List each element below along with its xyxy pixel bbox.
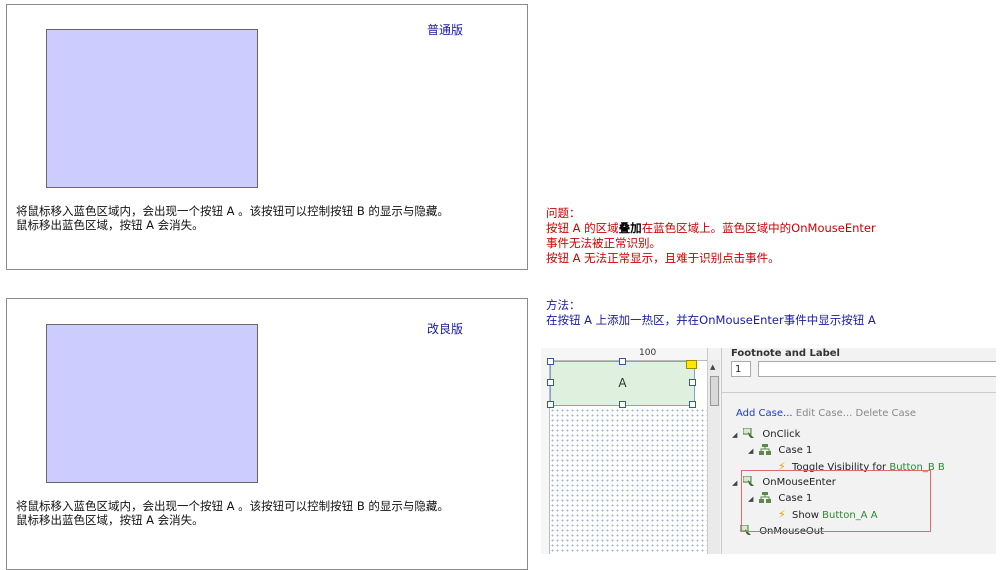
normal-version-panel: 普通版 将鼠标移入蓝色区域内，会出现一个按钮 A 。该按钮可以控制按钮 B 的显… [6,4,528,270]
expand-icon[interactable]: ◢ [732,431,740,439]
improved-version-panel: 改良版 将鼠标移入蓝色区域内，会出现一个按钮 A 。该按钮可以控制按钮 B 的显… [6,298,528,570]
ruler-label: 100 [639,348,657,358]
normal-version-description: 将鼠标移入蓝色区域内，会出现一个按钮 A 。该按钮可以控制按钮 B 的显示与隐藏… [16,204,449,232]
desc-line-1: 将鼠标移入蓝色区域内，会出现一个按钮 A 。该按钮可以控制按钮 B 的显示与隐藏… [16,499,449,513]
case-actions: Add Case... Edit Case... Delete Case [736,408,916,419]
blue-hover-area[interactable] [46,324,258,483]
resize-handle[interactable] [547,401,554,408]
scroll-thumb[interactable] [710,376,719,406]
problem-heading: 问题： [546,206,581,220]
resize-handle[interactable] [547,379,554,386]
event-onclick-label: OnClick [762,429,801,440]
method-heading: 方法： [546,298,581,312]
problem-line-1b: 在蓝色区域上。蓝色区域中的OnMouseEnter [641,221,876,235]
problem-line-3: 按钮 A 无法正常显示，且难于识别点击事件。 [546,251,780,265]
resize-handle[interactable] [689,401,696,408]
improved-version-title: 改良版 [427,322,464,336]
event-icon [743,428,755,438]
expand-icon[interactable]: ◢ [748,447,756,455]
label-field[interactable] [758,361,996,377]
footnote-label-heading: Footnote and Label [731,348,840,359]
problem-line-1a: 按钮 A 的区域 [546,221,619,235]
method-line-1: 在按钮 A 上添加一热区，并在OnMouseEnter事件中显示按钮 A [546,313,876,327]
desc-line-1: 将鼠标移入蓝色区域内，会出现一个按钮 A 。该按钮可以控制按钮 B 的显示与隐藏… [16,204,449,218]
resize-handle[interactable] [547,358,554,365]
button-a-label: A [618,376,627,390]
problem-line-1: 按钮 A 的区域叠加在蓝色区域上。蓝色区域中的OnMouseEnter [546,221,986,236]
highlight-box [741,470,931,532]
expand-icon[interactable]: ◢ [732,479,740,487]
design-canvas: 100 A [541,348,708,554]
desc-line-2: 鼠标移出蓝色区域，按钮 A 会消失。 [16,513,204,527]
editor-screenshot: 100 A ▲ Footnote and Label 1 Add Case...… [541,348,996,554]
desc-line-2: 鼠标移出蓝色区域，按钮 A 会消失。 [16,218,204,232]
scroll-up-icon[interactable]: ▲ [710,363,715,371]
case-label: Case 1 [778,445,813,456]
problem-note: 问题： 按钮 A 的区域叠加在蓝色区域上。蓝色区域中的OnMouseEnter … [546,206,986,266]
vertical-scrollbar[interactable]: ▲ [707,360,720,554]
problem-line-1-bold: 叠加 [618,221,642,235]
left-ruler [541,360,550,554]
footnote-field[interactable]: 1 [731,361,751,377]
blue-hover-area[interactable] [46,29,258,188]
button-a-widget[interactable]: A [550,361,695,406]
divider [722,392,996,393]
improved-version-description: 将鼠标移入蓝色区域内，会出现一个按钮 A 。该按钮可以控制按钮 B 的显示与隐藏… [16,499,449,527]
case-icon [759,444,772,455]
normal-version-title: 普通版 [427,23,464,37]
method-note: 方法： 在按钮 A 上添加一热区，并在OnMouseEnter事件中显示按钮 A [546,298,986,328]
footnote-marker[interactable] [686,360,697,369]
canvas-grid [550,408,707,554]
resize-handle[interactable] [619,401,626,408]
event-onclick[interactable]: ◢ OnClick [732,428,800,440]
delete-case-link[interactable]: Delete Case [856,408,917,419]
edit-case-link[interactable]: Edit Case... [796,408,853,419]
problem-line-2: 事件无法被正常识别。 [546,236,661,250]
add-case-link[interactable]: Add Case... [736,408,793,419]
resize-handle[interactable] [619,358,626,365]
case-row[interactable]: ◢ Case 1 [748,444,812,456]
resize-handle[interactable] [689,379,696,386]
